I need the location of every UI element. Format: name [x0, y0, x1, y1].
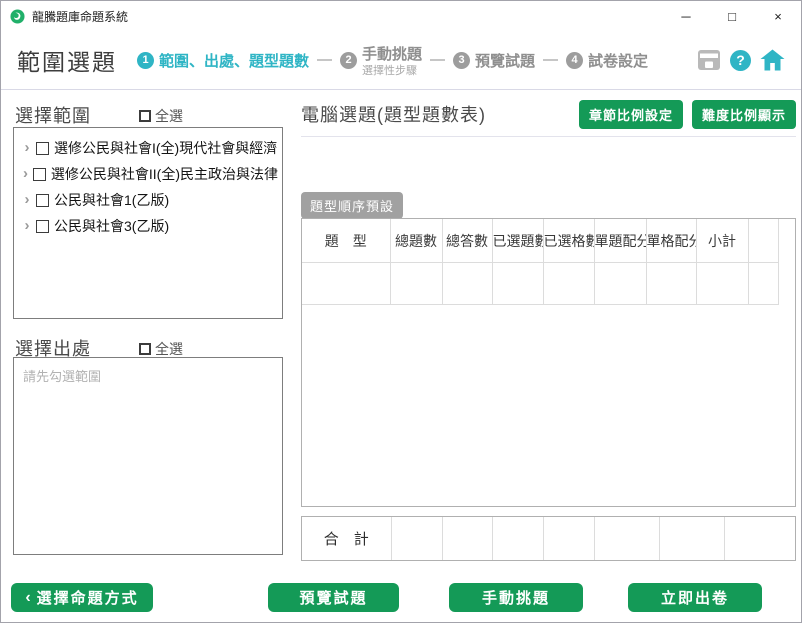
table-empty-row [302, 262, 779, 305]
chevron-right-icon[interactable]: › [20, 140, 34, 155]
total-label: 合 計 [302, 517, 392, 560]
manual-pick-button[interactable]: 手動挑題 [449, 583, 583, 612]
col-points-per-cell: 單格配分 [646, 219, 697, 263]
app-logo-icon [10, 8, 25, 24]
col-total-answers: 總答數 [442, 219, 493, 263]
generate-paper-button[interactable]: 立即出卷 [628, 583, 762, 612]
range-select-all-label: 全選 [155, 108, 183, 124]
step-2-label: 手動挑題 [362, 46, 423, 63]
app-window: 龍騰題庫命題系統 ─ □ × 範圍選題 1 範圍、出處、題型題數 2 手動挑題 … [0, 0, 802, 623]
preview-questions-button[interactable]: 預覽試題 [268, 583, 399, 612]
step-2-sublabel: 選擇性步驟 [362, 65, 418, 77]
col-subtotal: 小計 [696, 219, 749, 263]
window-controls: ─ □ × [663, 1, 801, 31]
range-item-label: 選修公民與社會II(全)民主政治與法律 [50, 166, 278, 182]
step-1-number: 1 [137, 51, 154, 69]
step-4-number: 4 [566, 51, 584, 69]
step-4-paper-settings: 4 試卷設定 [566, 50, 648, 71]
difficulty-ratio-button[interactable]: 難度比例顯示 [691, 100, 796, 129]
col-extra [748, 219, 779, 263]
page-header: 範圍選題 1 範圍、出處、題型題數 2 手動挑題 選擇性步驟 3 預覽試題 4 [1, 31, 801, 90]
step-1-range: 1 範圍、出處、題型題數 [137, 50, 309, 71]
chevron-left-icon: ‹ [25, 588, 31, 606]
total-row-table: 合 計 [301, 516, 796, 561]
close-button[interactable]: × [755, 1, 801, 31]
col-selected-cells: 已選格數 [543, 219, 595, 263]
step-4-label: 試卷設定 [588, 52, 649, 70]
chevron-right-icon[interactable]: › [20, 218, 34, 233]
range-item-checkbox[interactable] [36, 141, 49, 155]
range-item-checkbox[interactable] [32, 167, 46, 181]
range-section-title: 選擇範圍 [15, 106, 91, 126]
step-3-number: 3 [453, 51, 471, 69]
step-3-preview: 3 預覽試題 [453, 50, 535, 71]
source-list-box: 請先勾選範圍 [13, 357, 283, 555]
range-item-label: 公民與社會3(乙版) [54, 218, 170, 234]
step-separator [317, 59, 333, 61]
col-question-type: 題 型 [302, 219, 391, 263]
step-1-label: 範圍、出處、題型題數 [159, 52, 310, 70]
range-select-all[interactable]: 全選 [139, 106, 183, 126]
chevron-right-icon[interactable]: › [20, 166, 31, 181]
minimize-button[interactable]: ─ [663, 1, 709, 31]
col-total-questions: 總題數 [390, 219, 443, 263]
table-header-row: 題 型 總題數 總答數 已選題數 已選格數 單題配分 單格配分 小計 [302, 219, 779, 263]
page-title: 範圍選題 [17, 49, 117, 75]
chapter-ratio-button[interactable]: 章節比例設定 [578, 100, 683, 129]
home-icon[interactable] [760, 49, 785, 71]
source-placeholder-text: 請先勾選範圍 [23, 369, 102, 384]
range-item-label: 公民與社會1(乙版) [54, 192, 170, 208]
range-item-label: 選修公民與社會I(全)現代社會與經濟 [54, 140, 278, 156]
range-tree-item[interactable]: › 公民與社會3(乙版) [18, 213, 278, 239]
range-tree-box: › 選修公民與社會I(全)現代社會與經濟 › 選修公民與社會II(全)民主政治與… [13, 127, 283, 319]
title-bar: 龍騰題庫命題系統 ─ □ × [1, 1, 801, 31]
save-icon[interactable] [697, 49, 721, 71]
range-item-checkbox[interactable] [36, 219, 49, 233]
chevron-right-icon[interactable]: › [20, 192, 34, 207]
total-row: 合 計 [302, 517, 795, 560]
source-select-all-label: 全選 [155, 341, 183, 357]
step-2-number: 2 [340, 51, 358, 69]
maximize-button[interactable]: □ [709, 1, 755, 31]
type-order-preset-tag[interactable]: 題型順序預設 [301, 192, 404, 219]
source-select-all-checkbox[interactable] [139, 343, 151, 355]
back-to-method-label: 選擇命題方式 [36, 590, 139, 607]
range-tree-item[interactable]: › 選修公民與社會I(全)現代社會與經濟 [18, 135, 278, 161]
help-icon[interactable]: ? [730, 49, 751, 71]
range-tree-item[interactable]: › 選修公民與社會II(全)民主政治與法律 [18, 161, 278, 187]
window-title: 龍騰題庫命題系統 [32, 9, 129, 24]
step-separator [430, 59, 446, 61]
col-points-per-question: 單題配分 [594, 219, 647, 263]
step-3-label: 預覽試題 [475, 52, 536, 70]
step-separator [543, 59, 559, 61]
panel-divider [301, 136, 796, 137]
source-select-all[interactable]: 全選 [139, 339, 183, 359]
step-indicator: 1 範圍、出處、題型題數 2 手動挑題 選擇性步驟 3 預覽試題 4 試卷設定 [137, 43, 648, 77]
question-type-table: 題 型 總題數 總答數 已選題數 已選格數 單題配分 單格配分 小計 [301, 218, 796, 507]
range-select-all-checkbox[interactable] [139, 110, 151, 122]
ratio-buttons: 章節比例設定 難度比例顯示 [301, 100, 796, 129]
range-item-checkbox[interactable] [36, 193, 49, 207]
step-2-manual-pick: 2 手動挑題 選擇性步驟 [340, 43, 422, 77]
col-selected-questions: 已選題數 [492, 219, 544, 263]
back-to-method-button[interactable]: ‹ 選擇命題方式 [11, 583, 153, 612]
header-icons: ? [697, 49, 785, 71]
range-tree-item[interactable]: › 公民與社會1(乙版) [18, 187, 278, 213]
